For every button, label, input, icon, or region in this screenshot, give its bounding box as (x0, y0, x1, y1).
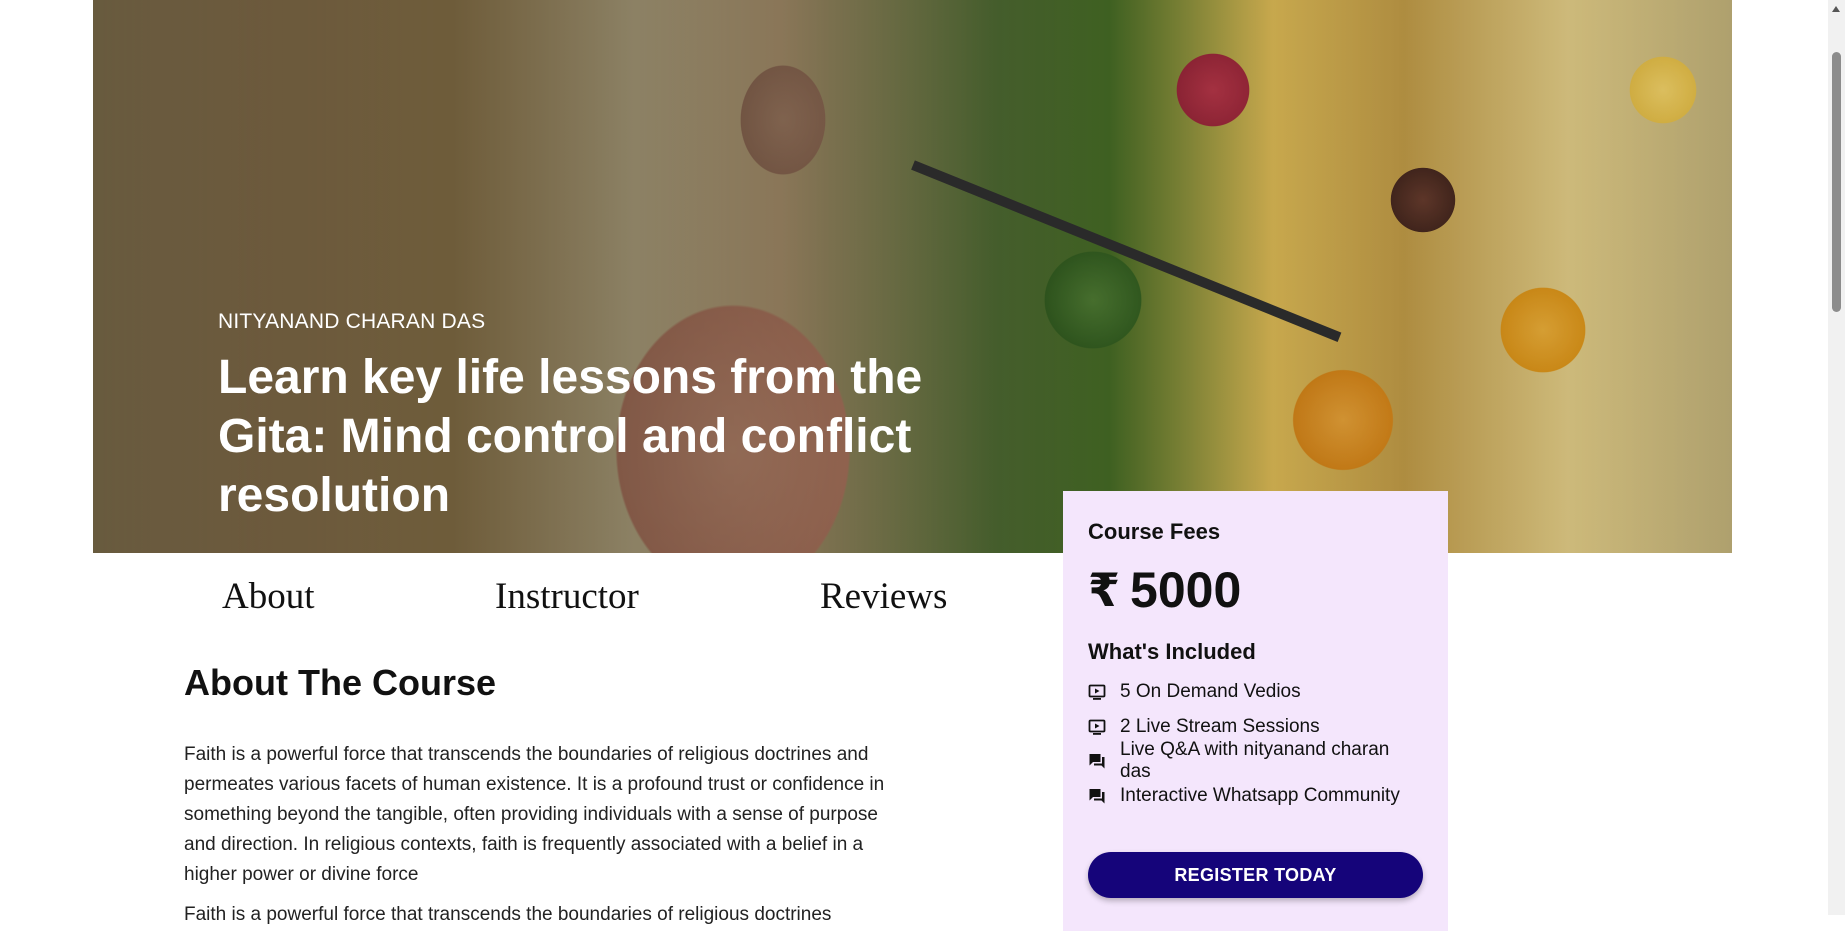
tab-instructor[interactable]: Instructor (495, 575, 639, 618)
course-title: Learn key life lessons from the Gita: Mi… (218, 351, 923, 522)
video-icon (1088, 684, 1106, 701)
scroll-thumb[interactable] (1832, 52, 1841, 312)
scrollbar[interactable] (1828, 0, 1845, 915)
feature-text: Live Q&A with nityanand charan das (1120, 739, 1390, 783)
included-features-list: 5 On Demand Vedios 2 Live Stream Session… (1088, 675, 1423, 813)
about-paragraph: Faith is a powerful force that transcend… (184, 744, 885, 885)
instructor-name: NITYANAND CHARAN DAS (218, 310, 486, 333)
chat-icon (1089, 788, 1105, 804)
rupee-icon: ₹ (1088, 564, 1121, 616)
whats-included-heading: What's Included (1088, 639, 1256, 664)
about-paragraph-2: Faith is a powerful force that transcend… (184, 904, 832, 925)
hero-banner: NITYANAND CHARAN DAS Learn key life less… (93, 0, 1732, 553)
feature-text: 5 On Demand Vedios (1120, 681, 1301, 703)
tab-reviews[interactable]: Reviews (820, 575, 947, 618)
hero-text: NITYANAND CHARAN DAS Learn key life less… (218, 310, 978, 525)
video-icon (1088, 719, 1106, 735)
course-fees-card: Course Fees ₹ 5000 What's Included 5 On … (1063, 491, 1448, 931)
price-value: 5000 (1130, 562, 1242, 618)
price: ₹ 5000 (1088, 561, 1423, 619)
list-item: Interactive Whatsapp Community (1088, 779, 1423, 814)
feature-text: 2 Live Stream Sessions (1120, 715, 1320, 737)
register-button[interactable]: REGISTER TODAY (1088, 852, 1423, 898)
scroll-up-icon[interactable] (1832, 6, 1840, 12)
chat-icon (1089, 754, 1105, 769)
list-item: Live Q&A with nityanand charan das (1088, 739, 1423, 782)
tab-about[interactable]: About (222, 575, 315, 618)
feature-text: Interactive Whatsapp Community (1120, 784, 1400, 806)
list-item: 5 On Demand Vedios (1088, 675, 1423, 710)
course-fees-label: Course Fees (1088, 519, 1221, 544)
about-heading: About The Course (184, 662, 496, 703)
